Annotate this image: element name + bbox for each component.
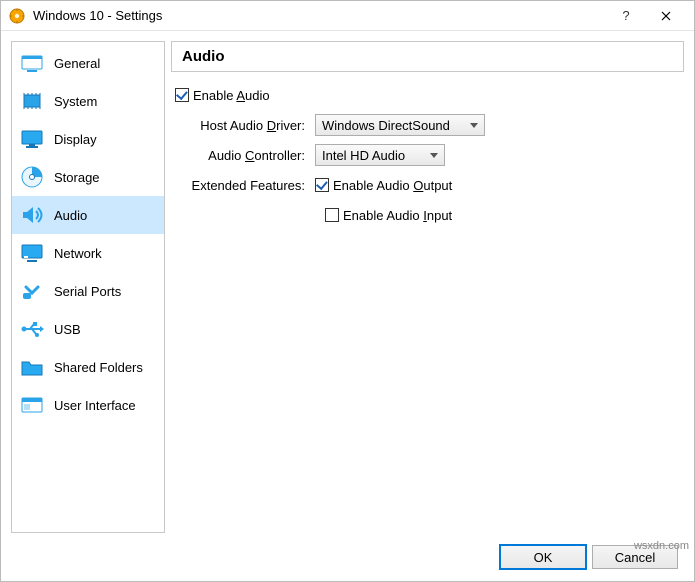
audio-icon xyxy=(20,203,44,227)
dialog-footer: OK Cancel xyxy=(1,533,694,581)
checkbox-icon xyxy=(325,208,339,222)
sidebar-item-label: Network xyxy=(54,246,102,261)
usb-icon xyxy=(20,317,44,341)
sidebar-item-label: General xyxy=(54,56,100,71)
titlebar: Windows 10 - Settings ? xyxy=(1,1,694,31)
enable-input-label: Enable Audio Input xyxy=(343,208,452,223)
chevron-down-icon xyxy=(470,123,478,128)
sidebar-item-label: Storage xyxy=(54,170,100,185)
category-sidebar: General System Display Storage Audio Net… xyxy=(11,41,165,533)
sidebar-item-storage[interactable]: Storage xyxy=(12,158,164,196)
shared-folders-icon xyxy=(20,355,44,379)
row-host-driver: Host Audio Driver: Windows DirectSound xyxy=(175,110,684,140)
enable-audio-input-checkbox[interactable]: Enable Audio Input xyxy=(325,208,452,223)
sidebar-item-serial-ports[interactable]: Serial Ports xyxy=(12,272,164,310)
sidebar-item-label: Display xyxy=(54,132,97,147)
row-enable-input: Enable Audio Input xyxy=(175,200,684,230)
sidebar-item-label: Shared Folders xyxy=(54,360,143,375)
row-extended-features: Extended Features: Enable Audio Output xyxy=(175,170,684,200)
help-button[interactable]: ? xyxy=(606,1,646,31)
extended-features-label: Extended Features: xyxy=(175,178,315,193)
checkbox-icon xyxy=(175,88,189,102)
sidebar-item-label: Audio xyxy=(54,208,87,223)
app-icon xyxy=(9,8,25,24)
watermark: wsxdn.com xyxy=(634,540,689,552)
storage-icon xyxy=(20,165,44,189)
general-icon xyxy=(20,51,44,75)
sidebar-item-usb[interactable]: USB xyxy=(12,310,164,348)
sidebar-item-display[interactable]: Display xyxy=(12,120,164,158)
system-icon xyxy=(20,89,44,113)
sidebar-item-network[interactable]: Network xyxy=(12,234,164,272)
user-interface-icon xyxy=(20,393,44,417)
audio-controller-value: Intel HD Audio xyxy=(322,148,424,163)
sidebar-item-label: User Interface xyxy=(54,398,136,413)
sidebar-item-system[interactable]: System xyxy=(12,82,164,120)
enable-audio-output-checkbox[interactable]: Enable Audio Output xyxy=(315,178,452,193)
row-audio-controller: Audio Controller: Intel HD Audio xyxy=(175,140,684,170)
network-icon xyxy=(20,241,44,265)
window-title: Windows 10 - Settings xyxy=(33,8,606,23)
audio-form: Enable Audio Host Audio Driver: Windows … xyxy=(171,80,684,230)
host-driver-label: Host Audio Driver: xyxy=(175,118,315,133)
chevron-down-icon xyxy=(430,153,438,158)
host-driver-value: Windows DirectSound xyxy=(322,118,464,133)
sidebar-item-shared-folders[interactable]: Shared Folders xyxy=(12,348,164,386)
main-panel: Audio Enable Audio Host Audio Driver: Wi… xyxy=(171,41,684,533)
audio-controller-dropdown[interactable]: Intel HD Audio xyxy=(315,144,445,166)
row-enable-audio: Enable Audio xyxy=(175,80,684,110)
sidebar-item-label: Serial Ports xyxy=(54,284,121,299)
enable-audio-checkbox[interactable]: Enable Audio xyxy=(175,88,270,103)
sidebar-item-general[interactable]: General xyxy=(12,44,164,82)
close-button[interactable] xyxy=(646,1,686,31)
sidebar-item-user-interface[interactable]: User Interface xyxy=(12,386,164,424)
serial-ports-icon xyxy=(20,279,44,303)
audio-controller-label: Audio Controller: xyxy=(175,148,315,163)
ok-label: OK xyxy=(534,550,553,565)
display-icon xyxy=(20,127,44,151)
settings-window: Windows 10 - Settings ? General System D… xyxy=(0,0,695,582)
window-body: General System Display Storage Audio Net… xyxy=(1,31,694,533)
enable-audio-label: Enable Audio xyxy=(193,88,270,103)
sidebar-item-audio[interactable]: Audio xyxy=(12,196,164,234)
section-title: Audio xyxy=(182,48,673,65)
section-header: Audio xyxy=(171,41,684,72)
checkbox-icon xyxy=(315,178,329,192)
host-driver-dropdown[interactable]: Windows DirectSound xyxy=(315,114,485,136)
ok-button[interactable]: OK xyxy=(500,545,586,569)
enable-output-label: Enable Audio Output xyxy=(333,178,452,193)
sidebar-item-label: System xyxy=(54,94,97,109)
sidebar-item-label: USB xyxy=(54,322,81,337)
